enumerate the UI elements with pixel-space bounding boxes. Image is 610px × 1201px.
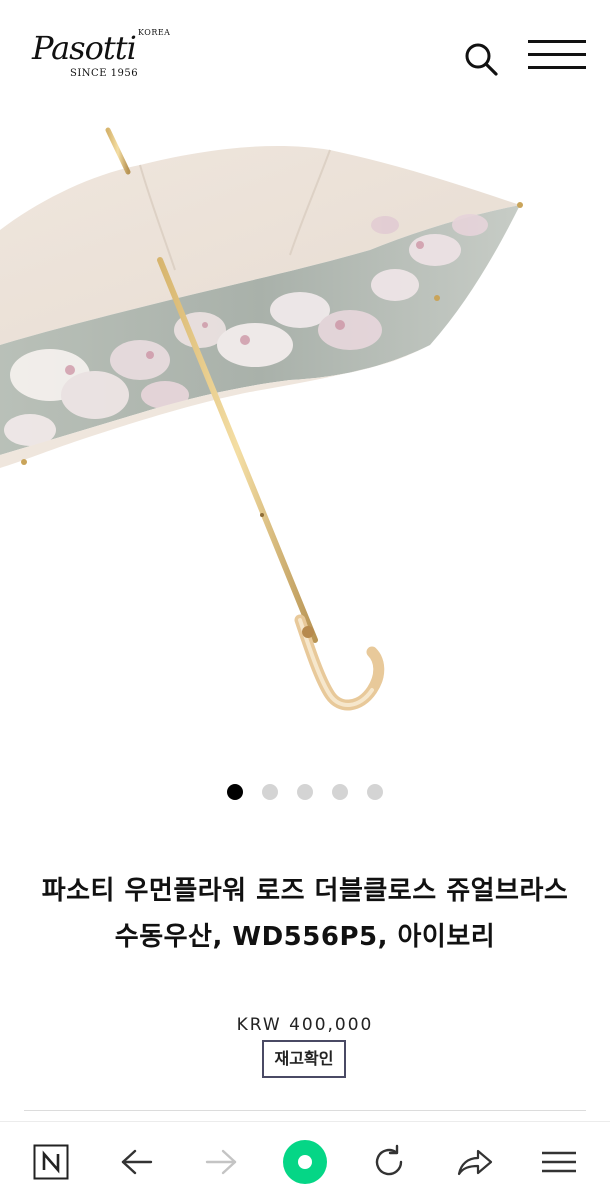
stock-check-button[interactable]: 재고확인 bbox=[262, 1040, 346, 1078]
naver-home-icon bbox=[33, 1144, 69, 1179]
green-dot-button[interactable] bbox=[270, 1122, 340, 1201]
green-circle-icon bbox=[283, 1139, 327, 1184]
naver-home-button[interactable] bbox=[16, 1122, 86, 1201]
carousel-dot-1[interactable] bbox=[227, 784, 243, 800]
forward-arrow-icon bbox=[205, 1149, 237, 1174]
carousel-dot-5[interactable] bbox=[367, 784, 383, 800]
share-icon bbox=[457, 1149, 493, 1175]
menu-line bbox=[528, 66, 586, 69]
refresh-button[interactable] bbox=[354, 1122, 424, 1201]
hamburger-menu-button[interactable] bbox=[528, 38, 586, 72]
search-icon bbox=[465, 43, 498, 76]
search-button[interactable] bbox=[462, 40, 502, 78]
carousel-dot-4[interactable] bbox=[332, 784, 348, 800]
carousel-pagination bbox=[0, 784, 610, 802]
forward-button[interactable] bbox=[186, 1122, 256, 1201]
logo-wordmark: Pasotti bbox=[32, 29, 137, 67]
umbrella-illustration bbox=[0, 127, 523, 711]
carousel-dot-2[interactable] bbox=[262, 784, 278, 800]
back-arrow-icon bbox=[121, 1149, 153, 1174]
site-header: KOREA Pasotti SINCE 1956 bbox=[0, 0, 610, 110]
share-button[interactable] bbox=[440, 1122, 510, 1201]
brand-logo[interactable]: KOREA Pasotti SINCE 1956 bbox=[32, 28, 172, 84]
menu-line bbox=[528, 53, 586, 56]
refresh-icon bbox=[375, 1144, 403, 1175]
product-title: 파소티 우먼플라워 로즈 더블클로스 쥬얼브라스 수동우산, WD556P5, … bbox=[41, 876, 569, 952]
logo-since: SINCE 1956 bbox=[70, 68, 139, 79]
product-image[interactable] bbox=[0, 110, 610, 770]
carousel-dot-3[interactable] bbox=[297, 784, 313, 800]
divider bbox=[24, 1110, 586, 1111]
more-menu-button[interactable] bbox=[524, 1122, 594, 1201]
browser-bottom-toolbar bbox=[0, 1121, 610, 1200]
back-button[interactable] bbox=[102, 1122, 172, 1201]
product-price: KRW 400,000 bbox=[236, 1015, 374, 1035]
menu-icon bbox=[542, 1151, 576, 1172]
logo-country: KOREA bbox=[138, 28, 171, 37]
menu-line bbox=[528, 40, 586, 43]
